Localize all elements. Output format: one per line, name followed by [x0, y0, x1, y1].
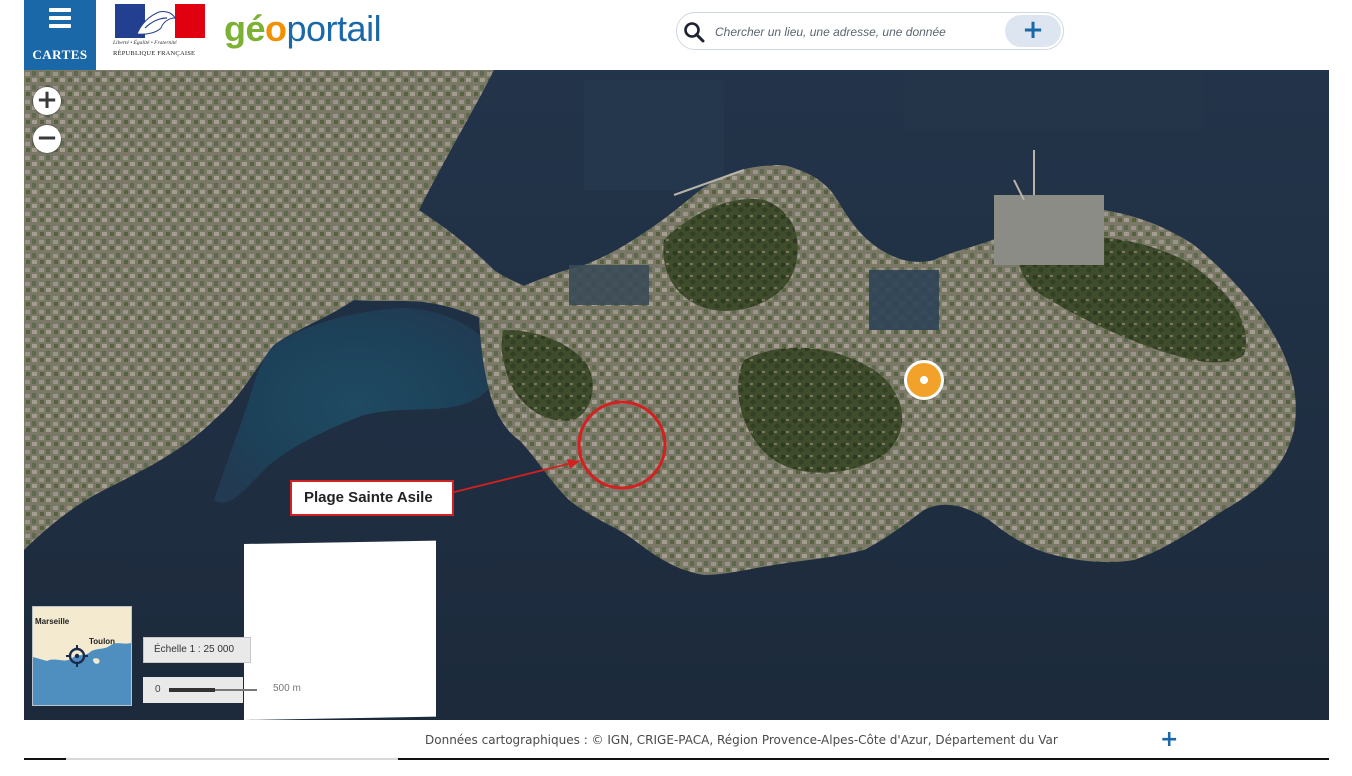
- marianne-flag-icon: [115, 4, 205, 38]
- scale-bar-zero: 0: [155, 684, 161, 695]
- republique-francaise-logo: Liberté • Égalité • Fraternité RÉPUBLIQU…: [113, 4, 208, 62]
- overview-minimap[interactable]: Marseille Toulon: [32, 606, 132, 706]
- brand-ge: gé: [224, 8, 266, 49]
- republic-name: RÉPUBLIQUE FRANÇAISE: [113, 50, 196, 57]
- advanced-search-button[interactable]: +: [1005, 15, 1061, 47]
- location-marker-icon[interactable]: [904, 360, 944, 400]
- zoom-in-button[interactable]: +: [33, 87, 61, 115]
- menu-label: CARTES: [32, 47, 88, 62]
- map-attribution: Données cartographiques : © IGN, CRIGE-P…: [425, 733, 1058, 747]
- zoom-out-button[interactable]: −: [33, 125, 61, 153]
- search-icon[interactable]: [683, 21, 705, 43]
- brand-o: o: [265, 8, 287, 49]
- scale-bar: 0 500 m: [143, 677, 301, 703]
- menu-icon: [49, 8, 71, 32]
- annotation-label: Plage Sainte Asile: [290, 480, 454, 516]
- search-input[interactable]: [713, 21, 987, 43]
- map-view[interactable]: + − Plage Sainte Asile Marseille Toulon …: [24, 70, 1329, 720]
- overview-place-toulon: Toulon: [89, 637, 116, 646]
- aerial-imagery: [24, 70, 1329, 720]
- search-bar: +: [676, 12, 1064, 50]
- crosshair-icon: [66, 645, 88, 667]
- brand-portail: portail: [286, 8, 382, 49]
- scale-bar-distance: 500 m: [273, 683, 301, 694]
- republic-motto: Liberté • Égalité • Fraternité: [113, 40, 177, 46]
- scale-ratio-field[interactable]: Échelle 1 : 25 000: [143, 637, 251, 663]
- footer: Données cartographiques : © IGN, CRIGE-P…: [0, 720, 1352, 776]
- header: CARTES Liberté • Égalité • Fraternité RÉ…: [0, 0, 1352, 70]
- cartes-menu-button[interactable]: CARTES: [24, 0, 96, 70]
- overview-place-marseille: Marseille: [35, 617, 70, 626]
- geoportail-logo[interactable]: géoportail: [224, 6, 382, 52]
- footer-divider-highlight: [66, 758, 398, 760]
- attribution-more-button[interactable]: +: [1160, 726, 1178, 754]
